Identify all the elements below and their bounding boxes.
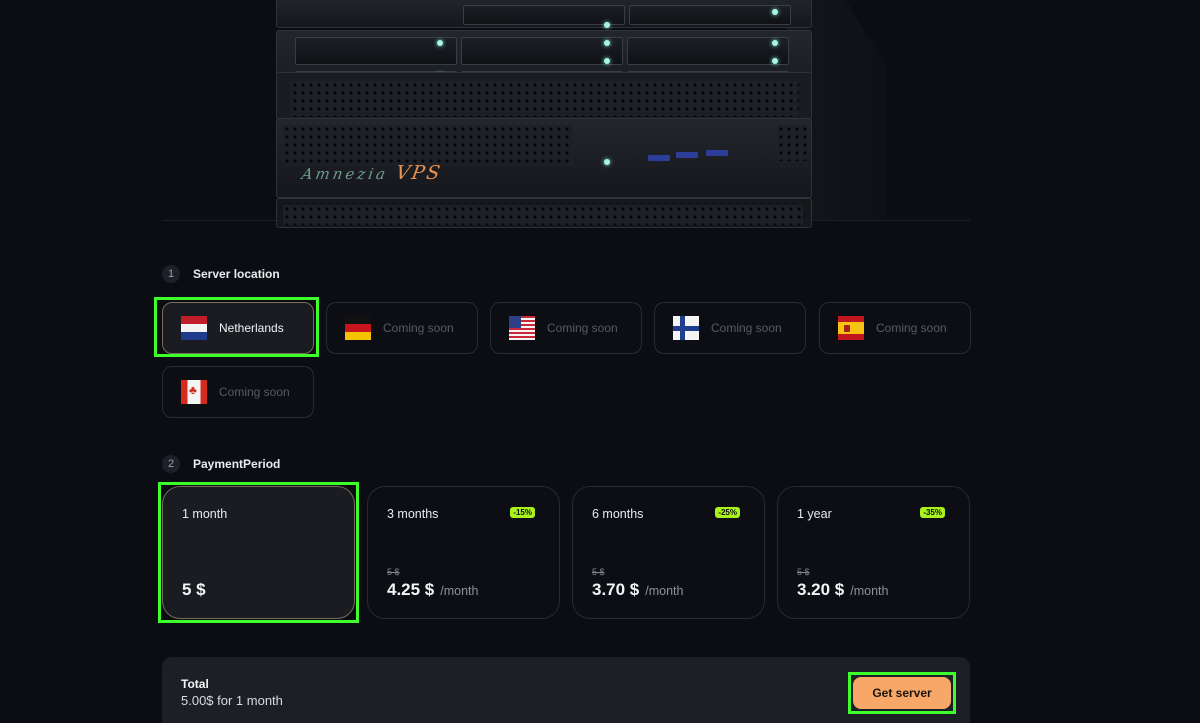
rack-unit-top — [276, 0, 812, 28]
vent-grille — [283, 205, 803, 225]
vent-grille — [777, 125, 807, 161]
rack-unit-grille — [276, 72, 812, 120]
finland-flag-icon — [673, 316, 699, 340]
indicator-bar — [676, 152, 698, 158]
period-name: 1 month — [182, 507, 228, 521]
rack-unit-bottom — [276, 198, 812, 228]
drive-bay — [627, 37, 789, 65]
status-led — [604, 58, 610, 64]
location-label: Netherlands — [219, 321, 284, 335]
price-row: 3.20 $ /month — [797, 580, 888, 600]
status-led — [437, 40, 443, 46]
spain-flag-icon — [838, 316, 864, 340]
rack-brand-text: Amnezia VPS — [300, 162, 443, 184]
drive-bay — [461, 37, 623, 65]
period-option-3-months[interactable]: 3 months -15% 5 $ 4.25 $ /month — [367, 486, 560, 619]
vent-grille — [283, 125, 573, 165]
brand-suffix: VPS — [394, 162, 444, 184]
netherlands-flag-icon — [181, 316, 207, 340]
location-option-finland[interactable]: Coming soon — [654, 302, 806, 354]
location-label: Coming soon — [219, 385, 290, 399]
status-led — [604, 40, 610, 46]
discount-badge: -25% — [715, 507, 740, 518]
period-option-6-months[interactable]: 6 months -25% 5 $ 3.70 $ /month — [572, 486, 765, 619]
vent-grille — [291, 81, 799, 117]
get-server-button[interactable]: Get server — [853, 677, 951, 709]
discount-badge: -35% — [920, 507, 945, 518]
indicator-bar — [648, 155, 670, 161]
status-led — [604, 159, 610, 165]
total-title: Total — [181, 677, 209, 691]
price-unit: /month — [440, 584, 479, 598]
location-option-netherlands[interactable]: Netherlands — [162, 302, 314, 354]
period-price: 3.20 $ — [797, 580, 845, 599]
location-option-canada[interactable]: Coming soon — [162, 366, 314, 418]
section-title: PaymentPeriod — [193, 457, 281, 471]
period-price: 5 $ — [182, 580, 206, 599]
status-led — [772, 40, 778, 46]
period-price: 4.25 $ — [387, 580, 435, 599]
status-led — [604, 22, 610, 28]
location-label: Coming soon — [711, 321, 782, 335]
period-option-1-year[interactable]: 1 year -35% 5 $ 3.20 $ /month — [777, 486, 970, 619]
price-row: 5 $ — [182, 580, 206, 600]
germany-flag-icon — [345, 316, 371, 340]
old-price: 5 $ — [592, 567, 605, 577]
location-option-germany[interactable]: Coming soon — [326, 302, 478, 354]
old-price: 5 $ — [797, 567, 810, 577]
drive-bay — [463, 5, 625, 25]
step-number: 2 — [162, 455, 180, 473]
section-title: Server location — [193, 267, 280, 281]
period-name: 6 months — [592, 507, 644, 521]
status-led — [772, 9, 778, 15]
location-label: Coming soon — [547, 321, 618, 335]
drive-bay — [629, 5, 791, 25]
price-unit: /month — [645, 584, 684, 598]
total-summary: 5.00$ for 1 month — [181, 693, 283, 708]
location-step-header: 1 Server location — [162, 265, 280, 283]
discount-badge: -15% — [510, 507, 535, 518]
usa-flag-icon — [509, 316, 535, 340]
price-unit: /month — [850, 584, 889, 598]
brand-name: Amnezia — [300, 165, 390, 183]
location-option-spain[interactable]: Coming soon — [819, 302, 971, 354]
location-label: Coming soon — [383, 321, 454, 335]
location-option-usa[interactable]: Coming soon — [490, 302, 642, 354]
hero-divider — [162, 220, 970, 221]
period-price: 3.70 $ — [592, 580, 640, 599]
price-row: 3.70 $ /month — [592, 580, 683, 600]
drive-bay — [295, 37, 457, 65]
status-led — [772, 58, 778, 64]
location-label: Coming soon — [876, 321, 947, 335]
total-panel: Total 5.00$ for 1 month — [162, 657, 970, 723]
period-name: 3 months — [387, 507, 439, 521]
price-row: 4.25 $ /month — [387, 580, 478, 600]
period-option-1-month[interactable]: 1 month 5 $ — [162, 486, 355, 619]
canada-flag-icon — [181, 380, 207, 404]
period-name: 1 year — [797, 507, 832, 521]
period-step-header: 2 PaymentPeriod — [162, 455, 280, 473]
step-number: 1 — [162, 265, 180, 283]
old-price: 5 $ — [387, 567, 400, 577]
indicator-bar — [706, 150, 728, 156]
rack-unit-main — [276, 118, 812, 198]
